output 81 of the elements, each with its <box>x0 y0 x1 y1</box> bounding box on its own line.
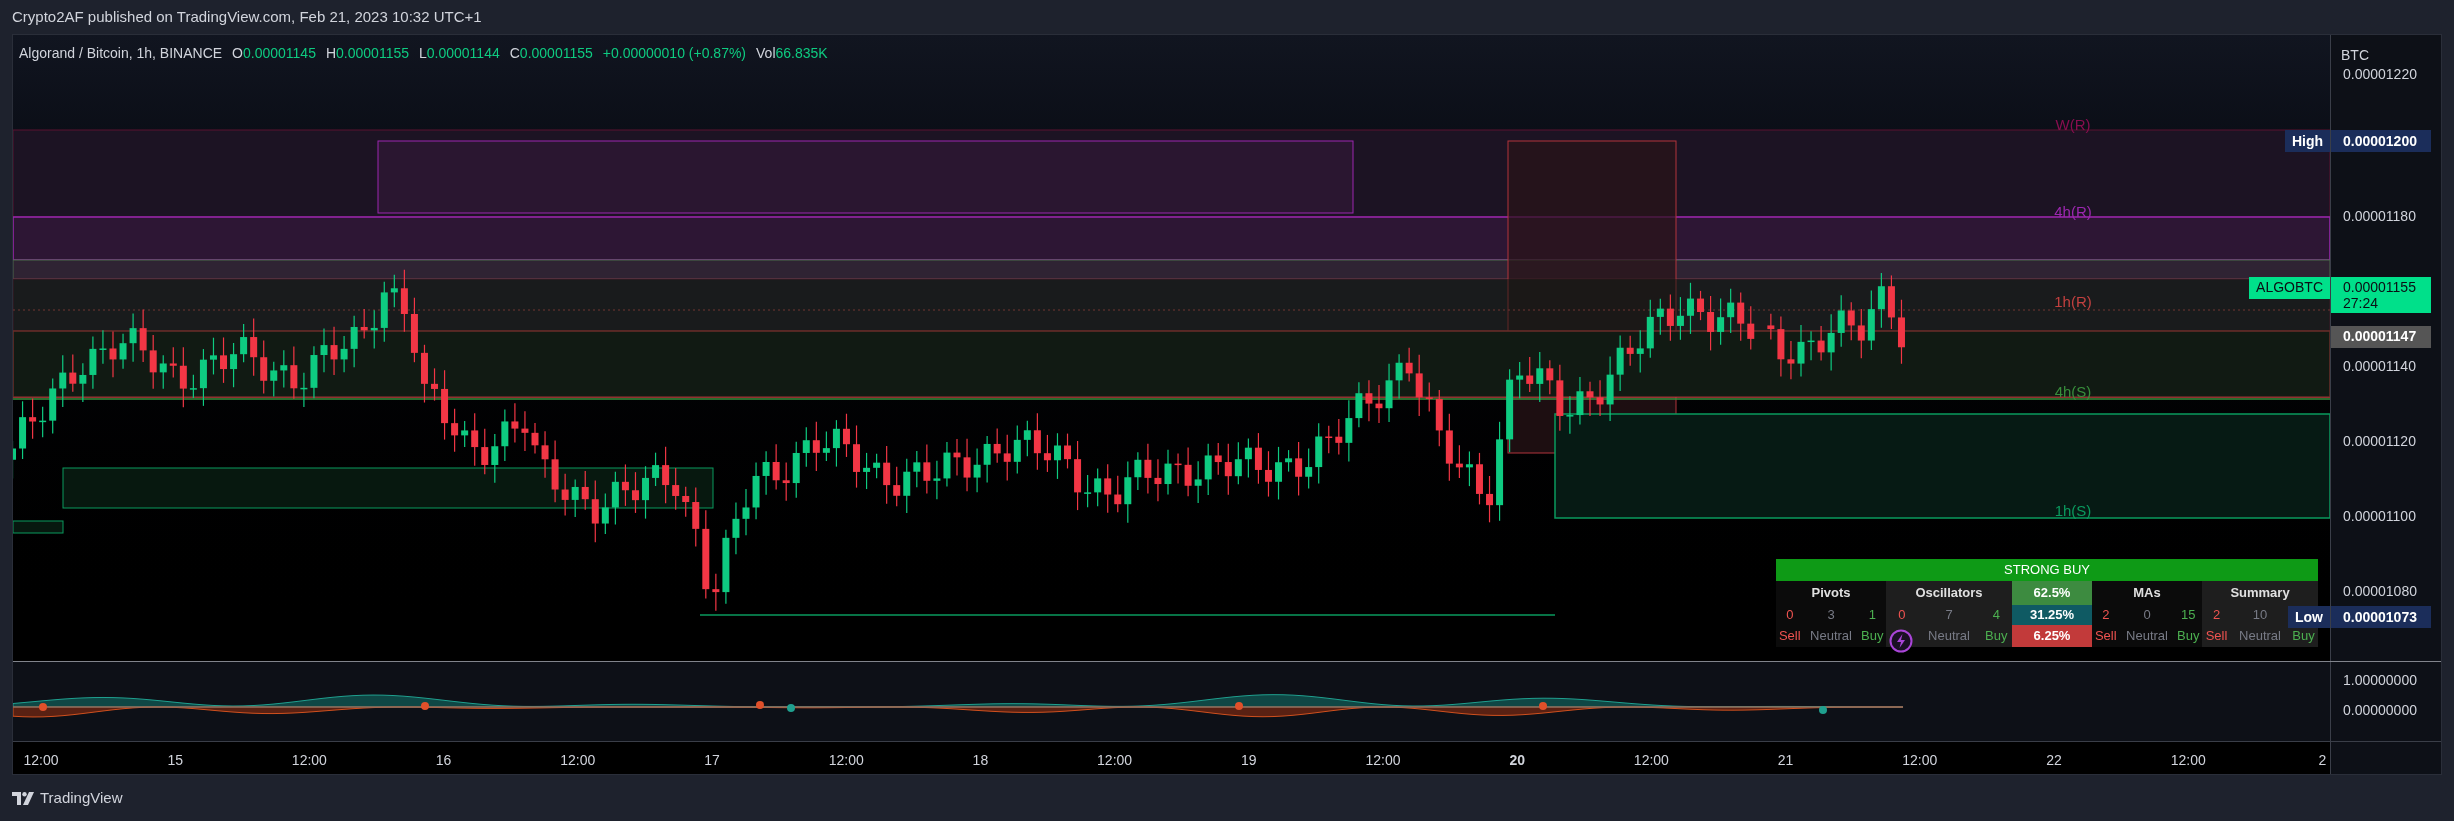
time-axis-label: 12:00 <box>2170 751 2206 770</box>
signal-label: Buy <box>2292 627 2315 646</box>
time-axis-label: 17 <box>704 751 720 770</box>
price-tag-label: ALGOBTC <box>2249 276 2330 299</box>
time-axis-label: 12:00 <box>1633 751 1669 770</box>
price-tag-label: High <box>2284 130 2330 152</box>
level-label: 1h(R) <box>2054 293 2092 310</box>
percent-cell: 62.5% <box>2012 581 2092 605</box>
ohlc-value: H0.00001155 <box>325 44 409 63</box>
signal-count: 0 <box>1786 606 1794 625</box>
signal-label: Buy <box>1985 627 2008 646</box>
time-axis-label: 16 <box>435 751 452 770</box>
price-tag: 0.00001073 <box>2331 606 2431 629</box>
signal-count: 15 <box>2181 606 2196 625</box>
time-axis-label: 15 <box>167 751 183 770</box>
time-axis-label: 21 <box>1777 751 1794 770</box>
signal-count: 7 <box>1945 606 1953 625</box>
signal-label: Buy <box>2177 627 2200 646</box>
level-label: 1h(S) <box>2054 502 2092 519</box>
time-axis-label: 22 <box>2046 751 2062 770</box>
indicator-axis-label: 0.00000000 <box>2343 701 2417 720</box>
ohlc-value: L0.00001144 <box>419 44 500 63</box>
time-axis-label: 12:00 <box>1902 751 1938 770</box>
signal-label: Sell <box>1778 627 1801 646</box>
price-tag: 0.00001200 <box>2331 130 2431 152</box>
time-axis-label: 12:00 <box>560 751 596 770</box>
level-label: 4h(R) <box>2054 203 2092 220</box>
price-axis-label: 0.00001140 <box>2343 358 2416 374</box>
table-header: STRONG BUY <box>1776 559 2318 581</box>
countdown: 27:24 <box>2343 294 2380 311</box>
signal-label: Neutral <box>2239 627 2281 646</box>
price-axis-label: 0.00001180 <box>2343 208 2416 224</box>
signal-count: 4 <box>1992 606 2000 625</box>
ohlc-value: C0.00001155 <box>509 44 593 63</box>
lightning-icon[interactable] <box>1889 629 1913 653</box>
symbol-title: Algorand / Bitcoin, 1h, BINANCE <box>19 44 223 63</box>
indicator-axis-label: 1.00000000 <box>2343 671 2417 690</box>
level-label: 4h(S) <box>2054 383 2092 400</box>
signal-count: 10 <box>2252 606 2268 625</box>
time-axis-label: 12:00 <box>23 751 59 770</box>
group-title: MAs <box>2133 584 2161 603</box>
time-axis-label: 19 <box>1241 751 1257 770</box>
time-axis-label: 18 <box>972 751 989 770</box>
price-axis-label: 0.00001100 <box>2343 508 2416 524</box>
time-axis-label: 12:00 <box>828 751 864 770</box>
volume-value: Vol66.835K <box>756 44 828 63</box>
axis-unit: BTC <box>2341 46 2369 65</box>
price-axis-label: 0.00001220 <box>2343 66 2417 82</box>
signal-count: 3 <box>1827 606 1835 625</box>
signal-count: 0 <box>1898 606 1906 625</box>
price-change: +0.00000010 (+0.87%) <box>602 44 747 63</box>
price-tag-label: Low <box>2288 606 2330 629</box>
group-title: Oscillators <box>1915 584 1983 603</box>
price-tag: 0.00001147 <box>2331 325 2431 348</box>
percent-cell: 6.25% <box>2012 625 2092 647</box>
level-label: W(R) <box>2055 116 2091 133</box>
signal-label: Neutral <box>1928 627 1970 646</box>
price-axis-label: 0.00001120 <box>2343 433 2416 449</box>
group-title: Summary <box>2230 584 2290 603</box>
signal-count: 0 <box>2143 606 2151 625</box>
price-value: 0.00001155 <box>2343 278 2417 295</box>
signal-label: Neutral <box>1810 627 1852 646</box>
price-axis-label: 0.00001080 <box>2343 583 2417 599</box>
signal-label: Neutral <box>2126 627 2168 646</box>
signal-count: 2 <box>2102 606 2110 625</box>
time-axis-label: 12:00 <box>1365 751 1401 770</box>
publish-note: Crypto2AF published on TradingView.com, Feb 21, 2023 10:32 UTC+1 <box>12 6 482 27</box>
brand-logo-icon <box>12 791 34 805</box>
time-axis-label: 12:00 <box>291 751 327 770</box>
time-axis-label: 20 <box>1509 751 1525 770</box>
signal-count: 1 <box>1868 606 1876 625</box>
group-title: Pivots <box>1811 584 1851 603</box>
signal-count: 2 <box>2212 606 2221 625</box>
signal-label: Buy <box>1861 627 1884 646</box>
brand-name: TradingView <box>40 787 123 808</box>
time-axis-label: 12:00 <box>1097 751 1133 770</box>
signal-label: Sell <box>2205 627 2228 646</box>
ohlc-value: O0.00001145 <box>232 44 316 63</box>
percent-cell: 31.25% <box>2012 605 2092 625</box>
signal-label: Sell <box>2094 627 2117 646</box>
time-axis-label: 2 <box>2318 751 2327 770</box>
